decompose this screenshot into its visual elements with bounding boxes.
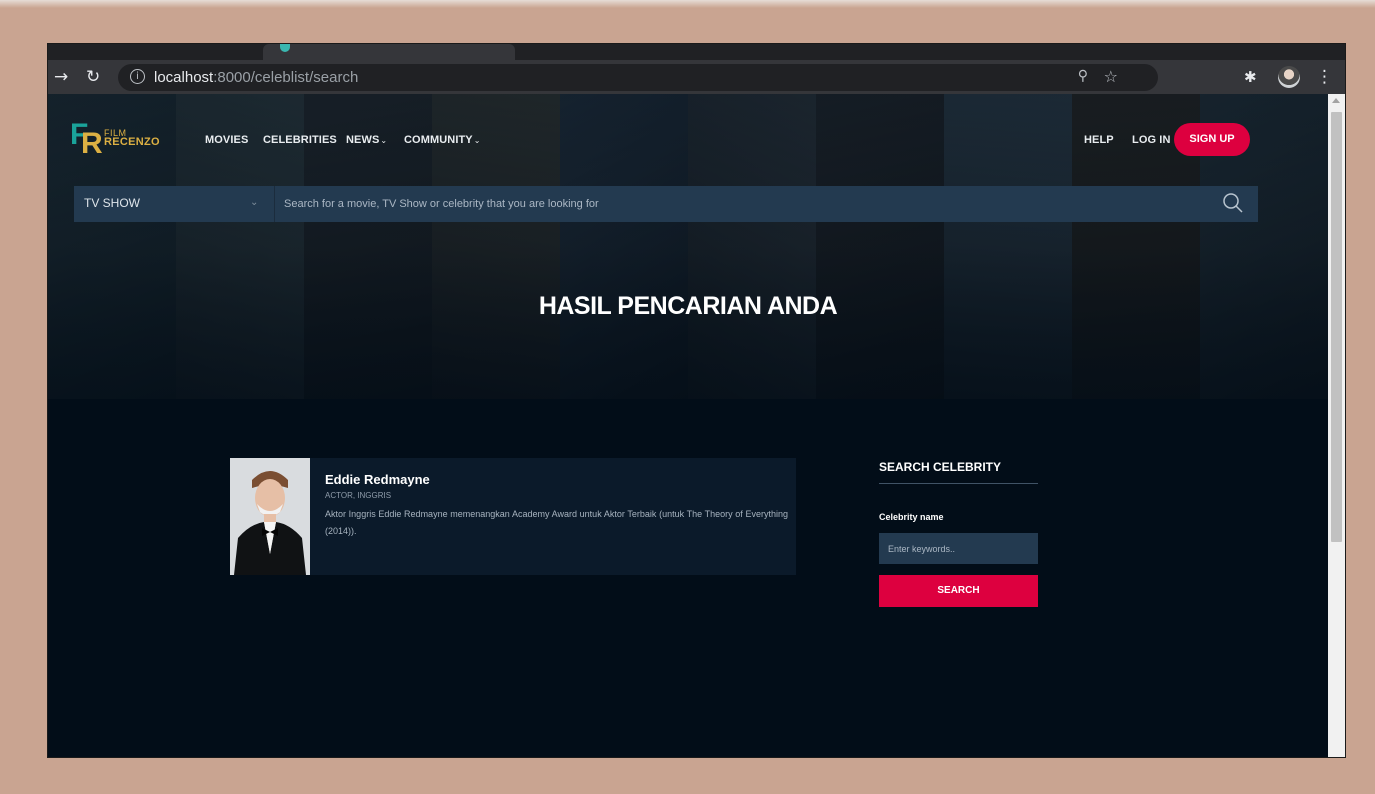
bookmark-star-icon[interactable]: ☆ <box>1104 67 1118 86</box>
help-link[interactable]: HELP <box>1084 134 1114 146</box>
page-title: HASIL PENCARIAN ANDA <box>538 292 838 320</box>
browser-window: → ↻ i localhost:8000/celeblist/search ⚲ … <box>48 44 1345 757</box>
nav-movies[interactable]: MOVIES <box>205 134 248 146</box>
site-logo[interactable]: F R FILM RECENZO <box>70 120 162 160</box>
nav-community[interactable]: COMMUNITY⌄ <box>404 134 481 146</box>
nav-news[interactable]: NEWS⌄ <box>346 134 387 146</box>
browser-tab[interactable] <box>263 44 515 60</box>
logo-mark-r: R <box>81 127 103 160</box>
celebrity-portrait-image <box>230 458 310 575</box>
chevron-down-icon: ⌄ <box>250 197 259 208</box>
page-scrollbar[interactable] <box>1328 94 1345 757</box>
address-bar[interactable]: i localhost:8000/celeblist/search ⚲ ☆ <box>118 64 1158 91</box>
celebrity-description: Aktor Inggris Eddie Redmayne memenangkan… <box>325 509 788 536</box>
celebrity-name-label: Celebrity name <box>879 512 944 522</box>
url-text: localhost:8000/celeblist/search <box>154 69 359 86</box>
browser-toolbar: → ↻ i localhost:8000/celeblist/search ⚲ … <box>48 60 1345 94</box>
sidebar-divider <box>879 483 1038 484</box>
sidebar-title: SEARCH CELEBRITY <box>879 460 1002 474</box>
page-viewport: F R FILM RECENZO MOVIES CELEBRITIES NEWS… <box>48 94 1328 757</box>
search-input[interactable] <box>284 186 1214 222</box>
signup-button[interactable]: SIGN UP <box>1174 123 1250 156</box>
logo-text-line2: RECENZO <box>104 136 160 148</box>
site-info-icon[interactable]: i <box>130 69 145 84</box>
nav-celebrities[interactable]: CELEBRITIES <box>263 134 337 146</box>
zoom-icon[interactable]: ⚲ <box>1078 68 1088 84</box>
search-category-select[interactable]: TV SHOW ⌄ <box>74 186 275 222</box>
menu-dots-icon[interactable]: ⋮ <box>1316 67 1333 87</box>
search-category-value: TV SHOW <box>84 196 140 210</box>
profile-avatar[interactable] <box>1278 66 1300 88</box>
tab-strip <box>48 44 1345 60</box>
forward-icon[interactable]: → <box>54 67 68 87</box>
hero-banner: F R FILM RECENZO MOVIES CELEBRITIES NEWS… <box>48 94 1328 399</box>
celebrity-result-card[interactable]: Eddie Redmayne ACTOR, INGGRIS Aktor Ingg… <box>230 458 796 575</box>
celebrity-keyword-input[interactable] <box>879 533 1038 564</box>
extensions-icon[interactable]: ✱ <box>1244 67 1257 87</box>
scroll-up-icon[interactable] <box>1332 98 1340 103</box>
celebrity-role: ACTOR, INGGRIS <box>325 491 392 500</box>
celebrity-photo[interactable] <box>230 458 310 575</box>
search-icon[interactable] <box>1222 192 1244 214</box>
search-bar: TV SHOW ⌄ <box>74 186 1258 222</box>
reload-icon[interactable]: ↻ <box>86 67 100 87</box>
scrollbar-thumb[interactable] <box>1331 112 1342 542</box>
login-link[interactable]: LOG IN <box>1132 134 1171 146</box>
search-celebrity-button[interactable]: SEARCH <box>879 575 1038 607</box>
chevron-down-icon: ⌄ <box>380 136 388 145</box>
celebrity-name[interactable]: Eddie Redmayne <box>325 472 430 487</box>
chevron-down-icon: ⌄ <box>473 136 481 145</box>
